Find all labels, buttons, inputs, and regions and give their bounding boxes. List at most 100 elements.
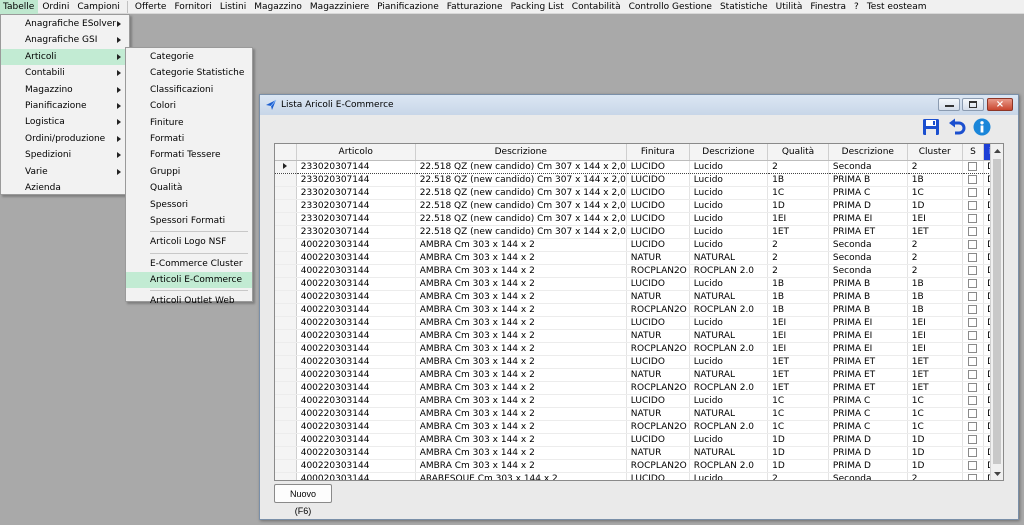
table-cell[interactable]: 233020307144 [296,225,416,239]
table-cell[interactable]: LUCIDO [626,238,690,252]
menu-item-anagrafiche-esolver[interactable]: Anagrafiche ESolver [1,16,129,32]
table-cell[interactable]: ROCPLAN2O [626,420,690,434]
row-indicator[interactable] [275,173,297,187]
menubar-item-packing-list[interactable]: Packing List [507,0,568,14]
table-cell[interactable]: ROCPLAN2O [626,303,690,317]
table-cell[interactable]: AMBRA Cm 303 x 144 x 2 [415,264,627,278]
table-row[interactable]: 400220303144 AMBRA Cm 303 x 144 x 2 NATUR N… [275,251,1003,265]
table-row[interactable]: 400220303144 AMBRA Cm 303 x 144 x 2 NATUR N… [275,329,1003,343]
table-cell[interactable]: 233020307144 [296,199,416,213]
table-cell[interactable]: AMBRA Cm 303 x 144 x 2 [415,420,627,434]
table-cell[interactable]: LUCIDO [626,159,690,174]
table-cell[interactable]: PRIMA B [828,303,908,317]
table-cell[interactable]: AMBRA Cm 303 x 144 x 2 [415,407,627,421]
row-indicator[interactable] [275,238,297,252]
table-cell[interactable]: NATUR [626,446,690,460]
table-cell[interactable]: NATUR [626,407,690,421]
table-cell[interactable]: NATURAL [689,329,769,343]
table-cell[interactable]: 1C [907,407,963,421]
table-cell[interactable]: 22.518 QZ (new candido) Cm 307 x 144 x 2… [415,159,627,174]
table-cell[interactable]: LUCIDO [626,355,690,369]
menu-item-contabili[interactable]: Contabili [1,65,129,81]
table-cell[interactable]: 1EI [907,329,963,343]
menubar-item-magazziniere[interactable]: Magazziniere [306,0,373,14]
table-cell[interactable]: 1C [767,407,829,421]
table-cell[interactable]: 400220303144 [296,277,416,291]
table-cell[interactable]: Lucido [689,212,769,226]
menubar-item-magazzino[interactable]: Magazzino [250,0,306,14]
save-icon[interactable] [922,118,940,136]
table-cell[interactable]: 1B [767,277,829,291]
table-cell[interactable]: PRIMA B [828,277,908,291]
table-cell[interactable]: 22.518 QZ (new candido) Cm 307 x 144 x 2… [415,225,627,239]
table-cell[interactable]: NATUR [626,251,690,265]
menubar-item-contabilit[interactable]: Contabilità [568,0,625,14]
table-cell[interactable]: 1ET [767,225,829,239]
table-row[interactable]: 233020307144 22.518 QZ (new candido) Cm 3… [275,199,1003,213]
table-cell[interactable]: 233020307144 [296,212,416,226]
table-cell[interactable]: ARABESQUE Cm 303 x 144 x 2 [415,472,627,480]
submenu-item-classificazioni[interactable]: Classificazioni [126,82,252,98]
column-header-7[interactable]: Cluster [907,144,963,161]
table-cell[interactable]: Seconda [828,251,908,265]
menu-item-logistica[interactable]: Logistica [1,114,129,130]
menubar-item-offerte[interactable]: Offerte [131,0,171,14]
table-cell[interactable]: 400220303144 [296,407,416,421]
table-cell[interactable]: LUCIDO [626,212,690,226]
table-cell[interactable]: PRIMA C [828,420,908,434]
table-cell[interactable]: PRIMA ET [828,368,908,382]
nuovo-button[interactable]: Nuovo (F6) [274,484,332,516]
table-row[interactable]: 400220303144 AMBRA Cm 303 x 144 x 2 NATUR N… [275,407,1003,421]
table-cell[interactable]: 1B [907,277,963,291]
table-cell[interactable]: AMBRA Cm 303 x 144 x 2 [415,251,627,265]
table-row[interactable]: 400020303144 ARABESQUE Cm 303 x 144 x 2 LU… [275,472,1003,480]
table-cell[interactable]: AMBRA Cm 303 x 144 x 2 [415,316,627,330]
table-cell[interactable]: Lucido [689,173,769,187]
table-cell[interactable]: 2 [767,159,829,174]
table-cell[interactable]: 1EI [907,316,963,330]
table-cell[interactable]: 2 [907,472,963,480]
row-checkbox[interactable] [968,343,978,353]
submenu-item-categorie-statistiche[interactable]: Categorie Statistiche [126,65,252,81]
table-row[interactable]: 400220303144 AMBRA Cm 303 x 144 x 2 LUCIDO… [275,355,1003,369]
table-cell[interactable]: Seconda [828,472,908,480]
row-indicator[interactable] [275,277,297,291]
table-cell[interactable]: 1B [907,290,963,304]
table-cell[interactable]: Lucido [689,433,769,447]
table-cell[interactable]: 1EI [907,342,963,356]
table-cell[interactable]: Lucido [689,277,769,291]
table-row[interactable]: 400220303144 AMBRA Cm 303 x 144 x 2 NATUR N… [275,368,1003,382]
table-cell[interactable]: 400220303144 [296,368,416,382]
table-cell[interactable]: 1B [767,303,829,317]
table-cell[interactable]: Seconda [828,238,908,252]
table-row[interactable]: 400220303144 AMBRA Cm 303 x 144 x 2 LUCIDO… [275,277,1003,291]
table-cell[interactable]: NATURAL [689,251,769,265]
table-cell[interactable]: 22.518 QZ (new candido) Cm 307 x 144 x 2… [415,199,627,213]
table-row[interactable]: 400220303144 AMBRA Cm 303 x 144 x 2 ROCPLA… [275,264,1003,278]
table-cell[interactable]: 1D [907,459,963,473]
row-indicator[interactable] [275,394,297,408]
menubar-item-ordini[interactable]: Ordini [38,0,73,14]
column-header-1[interactable]: Articolo [296,144,416,161]
row-checkbox[interactable] [968,408,978,418]
row-indicator[interactable] [275,342,297,356]
table-row[interactable]: 400220303144 AMBRA Cm 303 x 144 x 2 NATUR N… [275,290,1003,304]
table-cell[interactable]: 400220303144 [296,381,416,395]
row-indicator[interactable] [275,290,297,304]
row-indicator[interactable] [275,459,297,473]
table-cell[interactable]: AMBRA Cm 303 x 144 x 2 [415,329,627,343]
table-cell[interactable]: NATURAL [689,446,769,460]
table-cell[interactable]: PRIMA EI [828,342,908,356]
table-cell[interactable]: PRIMA D [828,199,908,213]
submenu-item-spessori-formati[interactable]: Spessori Formati [126,213,252,229]
menu-item-articoli[interactable]: Articoli [1,48,129,66]
table-cell[interactable]: PRIMA D [828,433,908,447]
table-cell[interactable]: PRIMA B [828,290,908,304]
column-header-2[interactable]: Descrizione [415,144,627,161]
table-cell[interactable]: 400220303144 [296,316,416,330]
row-checkbox[interactable] [968,278,978,288]
table-cell[interactable]: ROCPLAN2O [626,264,690,278]
table-cell[interactable]: LUCIDO [626,394,690,408]
scroll-down-button[interactable] [991,467,1003,480]
table-cell[interactable]: NATURAL [689,368,769,382]
